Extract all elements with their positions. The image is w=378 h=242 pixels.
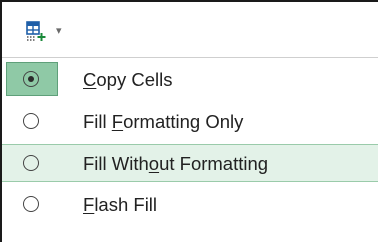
auto-fill-options-menu: Copy Cells Fill Formatting Only Fill Wit… xyxy=(2,57,378,242)
radio-button[interactable] xyxy=(23,113,39,129)
radio-selected-dot xyxy=(27,75,34,82)
menu-top-divider xyxy=(2,57,378,58)
menu-item-copy-cells[interactable]: Copy Cells xyxy=(2,60,378,98)
menu-item-label: Copy Cells xyxy=(83,69,173,90)
menu-item-label: Fill Formatting Only xyxy=(83,111,244,132)
auto-fill-options-icon xyxy=(26,21,46,41)
menu-item-label: Fill Without Formatting xyxy=(83,153,269,174)
menu-item-fill-without-formatting[interactable]: Fill Without Formatting xyxy=(2,144,378,182)
radio-button[interactable] xyxy=(23,155,39,171)
menu-item-flash-fill[interactable]: Flash Fill xyxy=(2,185,378,223)
auto-fill-options-button[interactable]: ▾ xyxy=(4,4,88,54)
menu-item-fill-formatting-only[interactable]: Fill Formatting Only xyxy=(2,102,378,140)
radio-button[interactable] xyxy=(23,71,39,87)
chevron-down-icon[interactable]: ▾ xyxy=(56,24,62,38)
menu-item-label: Flash Fill xyxy=(83,194,158,215)
frame-top-border xyxy=(0,0,378,2)
radio-button[interactable] xyxy=(23,196,39,212)
